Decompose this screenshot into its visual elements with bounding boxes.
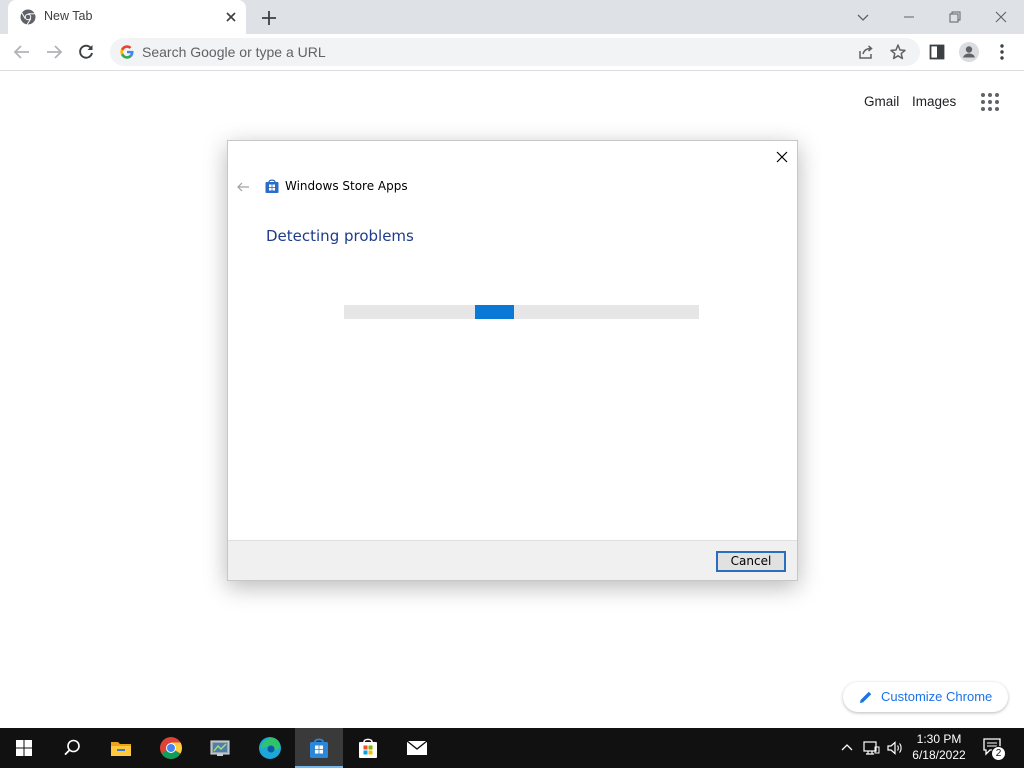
restore-icon[interactable] [944, 6, 966, 28]
pencil-icon [860, 691, 872, 703]
tab-title: New Tab [44, 9, 93, 23]
search-button[interactable] [48, 728, 96, 768]
back-arrow-icon[interactable] [11, 41, 33, 63]
edge-icon [259, 737, 281, 759]
cancel-button[interactable]: Cancel [716, 551, 786, 572]
notification-count-badge: 2 [991, 746, 1006, 761]
tab-search-chevron-icon[interactable] [852, 6, 874, 28]
tab-close-icon[interactable] [222, 8, 240, 26]
control-panel-icon [210, 740, 230, 756]
side-panel-icon[interactable] [926, 41, 948, 63]
taskbar-troubleshooter[interactable] [295, 728, 343, 768]
microsoft-store-icon [359, 738, 377, 758]
tab-new-tab[interactable]: New Tab [8, 0, 246, 34]
start-button[interactable] [0, 728, 48, 768]
omnibox-placeholder: Search Google or type a URL [142, 44, 326, 60]
dialog-close-icon[interactable] [773, 148, 791, 166]
troubleshooter-icon [310, 738, 328, 758]
minimize-icon[interactable] [898, 6, 920, 28]
forward-arrow-icon[interactable] [43, 41, 65, 63]
browser-toolbar: Search Google or type a URL [0, 34, 1024, 71]
ntp-top-links: Gmail Images [0, 94, 1024, 114]
windows-taskbar: 1:30 PM 6/18/2022 2 [0, 728, 1024, 768]
gmail-link[interactable]: Gmail [864, 94, 899, 109]
dialog-heading: Detecting problems [266, 227, 414, 245]
taskbar-file-explorer[interactable] [97, 728, 145, 768]
network-icon[interactable] [862, 739, 880, 757]
windows-logo-icon [16, 740, 32, 756]
chrome-favicon-icon [20, 9, 36, 25]
troubleshooter-dialog: Windows Store Apps Detecting problems Ca… [227, 140, 798, 581]
customize-chrome-label: Customize Chrome [881, 689, 993, 704]
clock-time: 1:30 PM [916, 732, 962, 746]
taskbar-chrome[interactable] [147, 728, 195, 768]
taskbar-clock[interactable]: 1:30 PM 6/18/2022 [905, 731, 973, 765]
images-link[interactable]: Images [912, 94, 956, 109]
share-icon[interactable] [856, 42, 876, 62]
action-center-button[interactable]: 2 [980, 734, 1010, 762]
browser-title-bar: New Tab [0, 0, 1024, 34]
omnibox[interactable]: Search Google or type a URL [110, 38, 920, 66]
google-g-icon [120, 45, 134, 59]
bookmark-star-icon[interactable] [888, 42, 908, 62]
new-tab-plus-icon[interactable] [258, 7, 280, 29]
taskbar-edge[interactable] [246, 728, 294, 768]
mail-icon [406, 740, 428, 755]
chrome-icon [160, 737, 182, 759]
clock-date: 6/18/2022 [912, 748, 966, 762]
dialog-footer: Cancel [228, 540, 797, 580]
taskbar-microsoft-store[interactable] [344, 728, 392, 768]
reload-icon[interactable] [75, 41, 97, 63]
taskbar-control-panel[interactable] [196, 728, 244, 768]
close-window-icon[interactable] [990, 6, 1012, 28]
google-apps-grid-icon[interactable] [980, 92, 1000, 112]
progress-bar [344, 305, 699, 319]
file-explorer-icon [111, 742, 131, 756]
windows-store-app-icon [265, 179, 279, 193]
show-hidden-icons-chevron-icon[interactable] [838, 739, 856, 757]
dialog-back-arrow-icon[interactable] [235, 179, 251, 195]
search-icon [64, 739, 80, 756]
customize-chrome-button[interactable]: Customize Chrome [843, 682, 1008, 712]
chrome-menu-kebab-icon[interactable] [991, 41, 1013, 63]
dialog-app-title: Windows Store Apps [285, 179, 408, 193]
profile-avatar-icon[interactable] [958, 41, 980, 63]
progress-indicator [475, 305, 514, 319]
taskbar-mail[interactable] [393, 728, 441, 768]
volume-icon[interactable] [886, 739, 904, 757]
